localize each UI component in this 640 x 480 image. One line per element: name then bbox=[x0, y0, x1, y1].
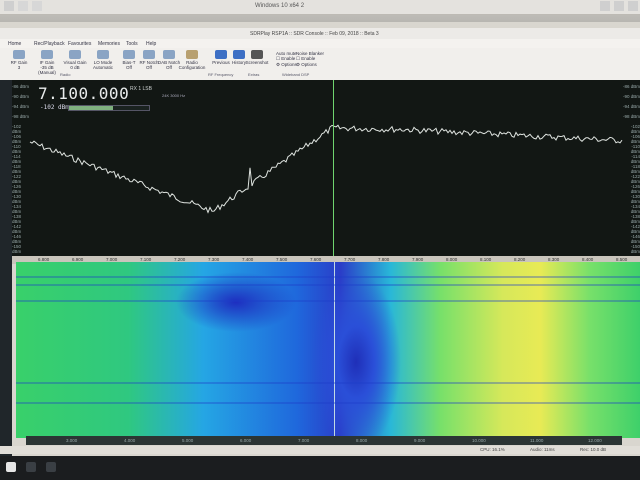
menu-tools[interactable]: Tools bbox=[126, 41, 138, 47]
waterfall-tick-label: 4.000 bbox=[124, 438, 136, 443]
cpu-status: CPU: 16.1% bbox=[480, 447, 505, 452]
if-gain-value: -35 dB (Manual) bbox=[38, 65, 56, 75]
waterfall-display[interactable] bbox=[16, 262, 640, 438]
waterfall-tick-label: 10.000 bbox=[472, 438, 486, 443]
vm-close-icon[interactable] bbox=[628, 1, 638, 11]
vm-minimize-icon[interactable] bbox=[600, 1, 610, 11]
menu-rec-playback[interactable]: Rec/Playback bbox=[34, 41, 65, 47]
left-panel-strip bbox=[0, 80, 12, 456]
bandwidth-info: 24K 3000 Hz bbox=[162, 93, 186, 98]
s-meter bbox=[68, 105, 150, 111]
status-bar: CPU: 16.1% Audio: 11ms Rec: 10.0 dB bbox=[0, 446, 640, 454]
menu-favourites[interactable]: Favourites bbox=[68, 41, 91, 47]
group-rf-frequency: RF Frequency bbox=[208, 72, 234, 77]
signal-level: -102 dBm bbox=[40, 104, 69, 111]
waterfall-band bbox=[16, 382, 640, 384]
rf-notch-icon bbox=[143, 50, 155, 59]
lo-mode-button[interactable]: LO Mode Automatic bbox=[90, 50, 116, 76]
noise-blanker-group: Noise Blanker ☐ Enable ⚙ Options bbox=[296, 51, 336, 68]
app-title: SDRPlay RSP1A :: SDR Console :: Feb 09, … bbox=[250, 31, 379, 37]
tuning-cursor-line[interactable] bbox=[333, 80, 334, 256]
waterfall-band bbox=[16, 402, 640, 404]
waterfall-tick-label: 12.000 bbox=[588, 438, 602, 443]
waterfall-tick-label: 7.000 bbox=[298, 438, 310, 443]
search-icon[interactable] bbox=[26, 462, 36, 472]
windows-start-icon[interactable] bbox=[6, 462, 16, 472]
s-meter-fill bbox=[69, 106, 113, 110]
vm-title-bar: Windows 10 x64 2 bbox=[0, 0, 640, 15]
radio-configuration-button[interactable]: Radio Configuration bbox=[178, 50, 206, 76]
waterfall-scale-bar[interactable]: 3.000 4.000 5.000 6.000 7.000 8.000 9.000 10.00… bbox=[26, 436, 622, 445]
waterfall-tick-label: 9.000 bbox=[414, 438, 426, 443]
menu-memories[interactable]: Memories bbox=[98, 41, 120, 47]
noise-blanker-options[interactable]: ⚙ Options bbox=[296, 62, 336, 68]
waterfall-tick-label: 5.000 bbox=[182, 438, 194, 443]
app-title-bar: SDRPlay RSP1A :: SDR Console :: Feb 09, … bbox=[0, 28, 640, 39]
radio-configuration-label: Radio Configuration bbox=[178, 60, 206, 70]
menu-bar: Home Rec/Playback Favourites Memories To… bbox=[0, 39, 640, 48]
waterfall-tick-label: 8.000 bbox=[356, 438, 368, 443]
rx-label: RX 1 bbox=[130, 86, 142, 92]
noise-blanker-options-label: Options bbox=[301, 62, 317, 67]
mode-label[interactable]: LSB bbox=[143, 86, 152, 92]
rf-gain-button[interactable]: RF Gain 3 bbox=[6, 50, 32, 76]
visual-gain-icon bbox=[69, 50, 81, 59]
dab-notch-icon bbox=[163, 50, 175, 59]
waterfall-band bbox=[16, 284, 640, 286]
auto-mute-enable-label: Enable bbox=[281, 56, 296, 61]
spectrum-display[interactable]: -86 dBm -90 dBm -94 dBm -98 dBm -102 dBm -106… bbox=[12, 80, 640, 264]
frequency-display[interactable]: 7.100.000 bbox=[38, 84, 129, 103]
vm-back-icon[interactable] bbox=[18, 1, 28, 11]
audio-status: Audio: 11ms bbox=[530, 447, 555, 452]
waterfall-band bbox=[16, 300, 640, 302]
if-gain-button[interactable]: IF Gain -35 dB (Manual) bbox=[34, 50, 60, 76]
noise-blanker-enable-label: Enable bbox=[301, 56, 316, 61]
group-radio: Radio bbox=[60, 72, 71, 77]
camera-icon bbox=[251, 50, 263, 59]
if-gain-icon bbox=[41, 50, 53, 59]
menu-home[interactable]: Home bbox=[8, 41, 21, 47]
vm-maximize-icon[interactable] bbox=[614, 1, 624, 11]
lo-mode-icon bbox=[97, 50, 109, 59]
group-wideband-dsp: Wideband DSP bbox=[282, 72, 310, 77]
auto-mute-options-label: Options bbox=[281, 62, 297, 67]
bias-t-icon bbox=[123, 50, 135, 59]
waterfall-cursor-line bbox=[334, 262, 335, 438]
group-extras: Extras bbox=[248, 72, 260, 77]
vm-menu-icon[interactable] bbox=[4, 1, 14, 11]
screenshot-label: Screenshot bbox=[245, 60, 269, 65]
waterfall-tick-label: 11.000 bbox=[530, 438, 544, 443]
visual-gain-value: 0 dB bbox=[70, 65, 80, 70]
windows-taskbar bbox=[0, 456, 640, 480]
menu-help[interactable]: Help bbox=[146, 41, 156, 47]
record-status: Rec: 10.0 dB bbox=[580, 447, 607, 452]
waterfall-tick-label: 3.000 bbox=[66, 438, 78, 443]
waterfall-band bbox=[16, 276, 640, 278]
radio-configuration-icon bbox=[186, 50, 198, 59]
lo-mode-value: Automatic bbox=[92, 65, 113, 70]
vm-forward-icon[interactable] bbox=[32, 1, 42, 11]
task-view-icon[interactable] bbox=[46, 462, 56, 472]
vm-title: Windows 10 x64 2 bbox=[255, 3, 305, 9]
rx-mode-info: RX 1 LSB bbox=[130, 86, 152, 92]
spectrum-trace bbox=[29, 124, 623, 214]
ribbon-toolbar: RF Gain 3 IF Gain -35 dB (Manual) Visual… bbox=[0, 48, 640, 81]
rf-gain-icon bbox=[13, 50, 25, 59]
waterfall-tick-label: 6.000 bbox=[240, 438, 252, 443]
rf-gain-value: 3 bbox=[17, 65, 21, 70]
